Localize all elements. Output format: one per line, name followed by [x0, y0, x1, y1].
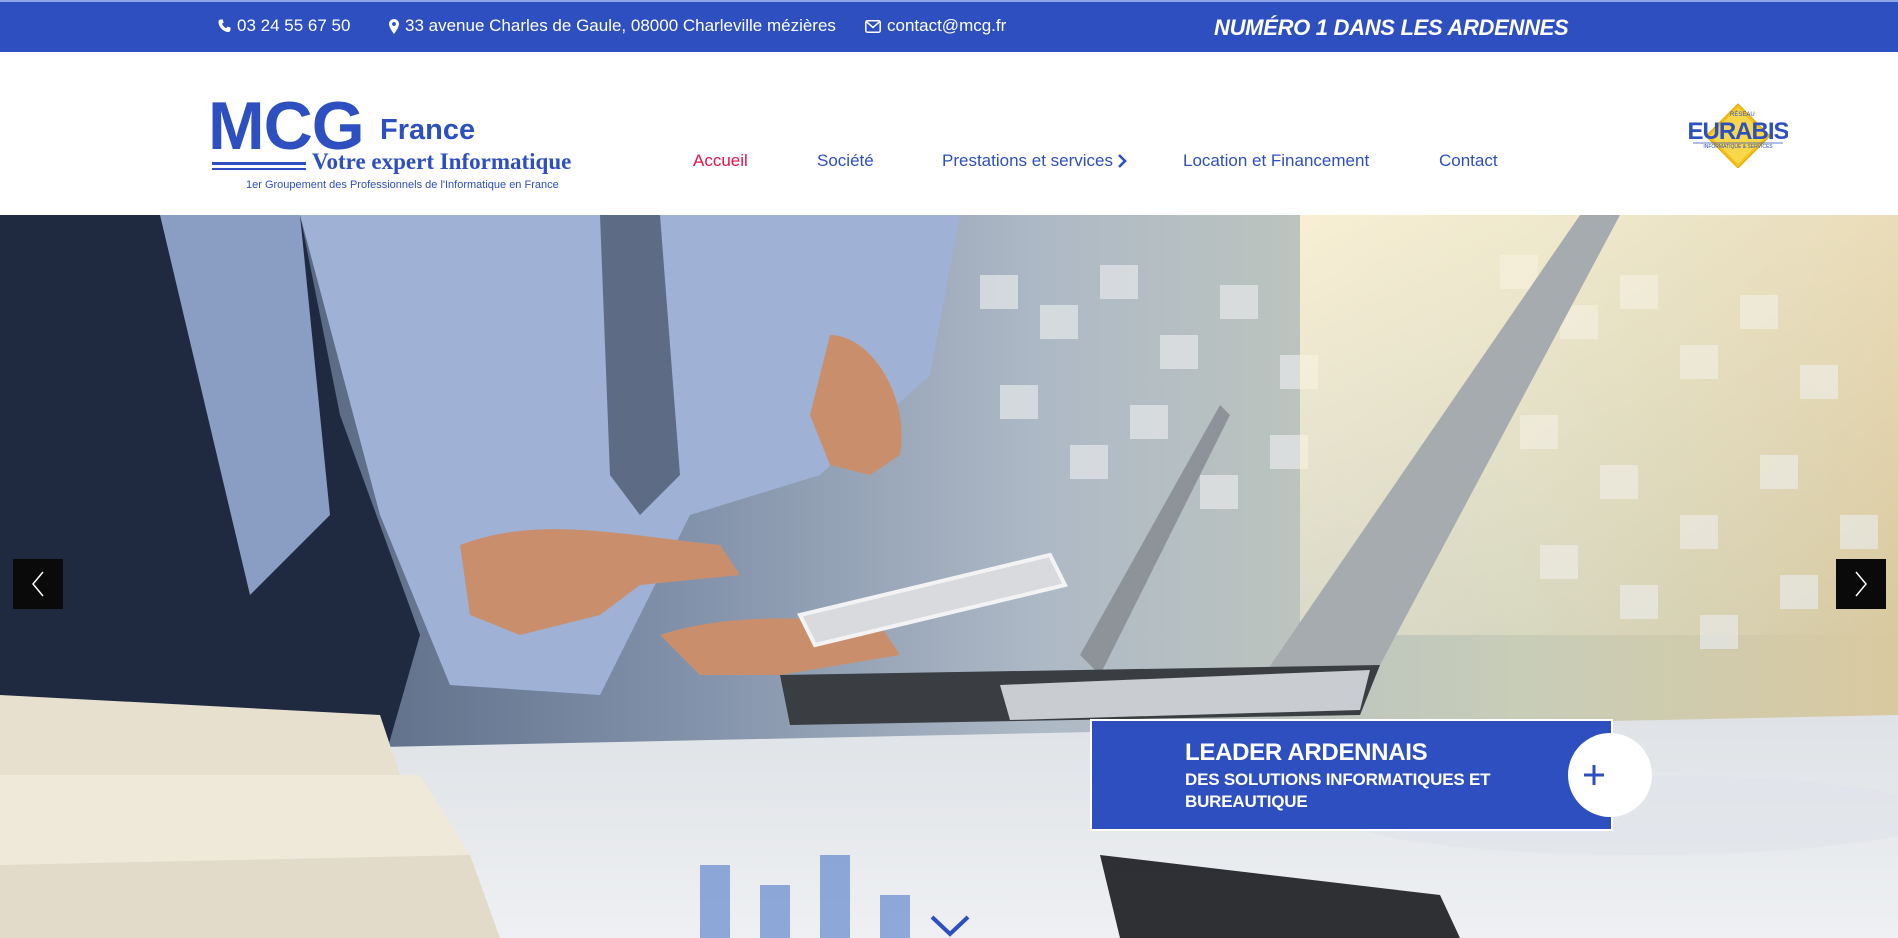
caption-more-button[interactable]: [1568, 733, 1652, 817]
mcg-logo[interactable]: MCG France Votre expert Informatique 1er…: [208, 92, 588, 198]
phone-number: 03 24 55 67 50: [237, 16, 351, 35]
nav-item-societe[interactable]: Société: [817, 151, 874, 171]
chevron-right-icon: [1118, 154, 1127, 168]
logo-rule: [212, 162, 306, 165]
nav-item-contact[interactable]: Contact: [1439, 151, 1498, 171]
svg-text:EURABIS: EURABIS: [1688, 118, 1788, 145]
eurabis-logo[interactable]: EURABIS RÉSEAU INFORMATIQUE & SERVICES: [1687, 102, 1790, 169]
logo-subline: 1er Groupement des Professionnels de l'I…: [246, 179, 559, 191]
svg-text:RÉSEAU: RÉSEAU: [1730, 111, 1755, 118]
nav-label: Accueil: [693, 151, 748, 170]
plus-icon: [1584, 765, 1604, 785]
slider-next-button[interactable]: [1836, 559, 1886, 609]
caption-subtitle: DES SOLUTIONS INFORMATIQUES ET BUREAUTIQ…: [1185, 770, 1491, 811]
nav-label: Contact: [1439, 151, 1498, 170]
chevron-right-icon: [1855, 571, 1867, 597]
nav-label: Prestations et services: [942, 151, 1114, 170]
slogan: NUMÉRO 1 DANS LES ARDENNES: [1214, 15, 1569, 40]
site-header: MCG France Votre expert Informatique 1er…: [0, 52, 1898, 215]
email-address: contact@mcg.fr: [887, 16, 1007, 35]
logo-tagline: Votre expert Informatique: [312, 149, 572, 174]
envelope-icon: [865, 19, 881, 33]
phone-contact[interactable]: 03 24 55 67 50: [218, 16, 350, 36]
nav-item-accueil[interactable]: Accueil: [693, 151, 748, 171]
contact-bar: 03 24 55 67 50 33 avenue Charles de Gaul…: [0, 0, 1898, 52]
address-contact: 33 avenue Charles de Gaule, 08000 Charle…: [389, 16, 836, 36]
hero-caption: LEADER ARDENNAIS DES SOLUTIONS INFORMATI…: [1090, 719, 1652, 831]
chevron-left-icon: [32, 571, 44, 597]
logo-country: France: [380, 114, 476, 146]
hero-image: [0, 215, 1898, 938]
nav-item-prestations[interactable]: Prestations et services: [942, 151, 1127, 171]
email-contact[interactable]: contact@mcg.fr: [865, 16, 1006, 36]
caption-title: LEADER ARDENNAIS: [1185, 739, 1428, 766]
map-marker-icon: [389, 18, 399, 34]
nav-item-location[interactable]: Location et Financement: [1183, 151, 1369, 171]
address-text: 33 avenue Charles de Gaule, 08000 Charle…: [405, 16, 836, 35]
nav-label: Location et Financement: [1183, 151, 1370, 170]
phone-icon: [218, 19, 231, 32]
chevron-down-icon[interactable]: [930, 913, 970, 938]
nav-label: Société: [817, 151, 874, 170]
hero-slider: LEADER ARDENNAIS DES SOLUTIONS INFORMATI…: [0, 215, 1898, 938]
logo-rule: [212, 168, 306, 170]
slider-prev-button[interactable]: [13, 559, 63, 609]
svg-text:INFORMATIQUE & SERVICES: INFORMATIQUE & SERVICES: [1703, 144, 1773, 150]
